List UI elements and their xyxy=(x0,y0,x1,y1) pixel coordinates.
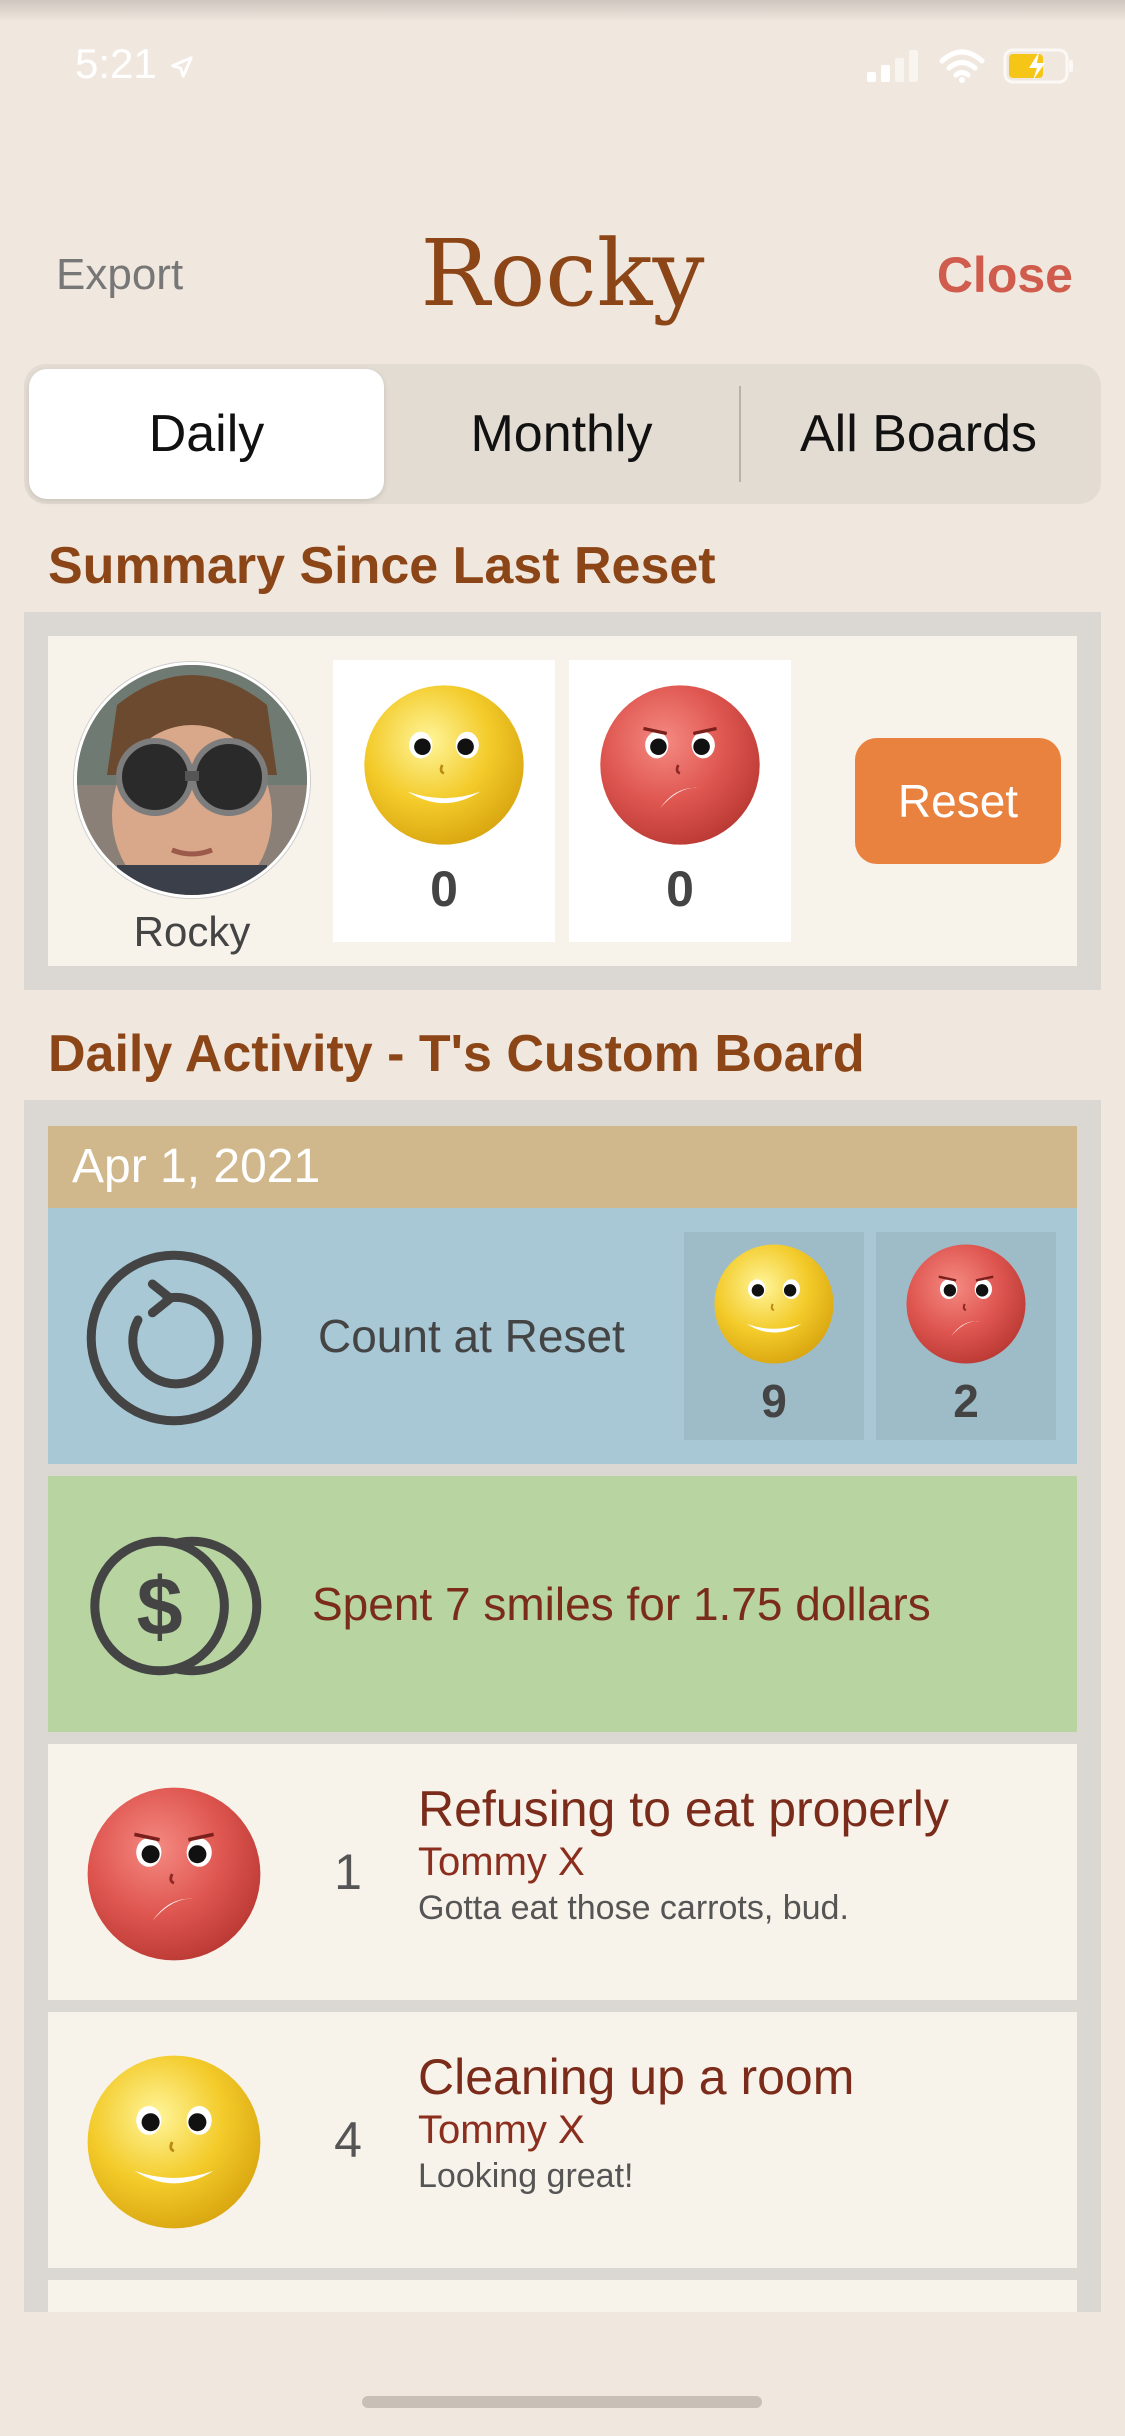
reset-frown-count: 2 xyxy=(953,1375,979,1427)
frown-count-box: 0 xyxy=(569,660,791,942)
entry-note: Gotta eat those carrots, bud. xyxy=(418,1889,849,1927)
view-segmented-control: Daily Monthly All Boards xyxy=(24,364,1101,504)
child-profile[interactable]: Rocky xyxy=(74,662,310,956)
dollar-coins-icon: $ xyxy=(90,1536,262,1676)
reset-smile-count: 9 xyxy=(761,1375,787,1427)
activity-section: Apr 1, 2021 Count at Reset 9 2 $ Spent 7… xyxy=(24,1100,1101,2312)
avatar[interactable] xyxy=(74,662,310,898)
entry-user: Tommy X xyxy=(418,2108,585,2152)
reset-smile-box: 9 xyxy=(684,1232,864,1440)
tab-monthly[interactable]: Monthly xyxy=(384,369,739,499)
status-bar: 5:21 xyxy=(0,0,1125,130)
frown-count: 0 xyxy=(666,861,694,917)
list-item[interactable]: 1 Refusing to eat properly Tommy X Gotta… xyxy=(48,1744,1077,2000)
entry-note: Looking great! xyxy=(418,2157,634,2195)
smile-face-icon xyxy=(361,682,527,848)
date-header: Apr 1, 2021 xyxy=(48,1126,1077,1208)
child-name: Rocky xyxy=(133,908,251,955)
frown-face-icon xyxy=(84,1784,264,1964)
status-time: 5:21 xyxy=(75,40,196,88)
list-item[interactable]: 4 Cleaning up a room Tommy X Looking gre… xyxy=(48,2012,1077,2268)
home-indicator[interactable] xyxy=(362,2396,762,2408)
tab-all-boards[interactable]: All Boards xyxy=(741,369,1096,499)
wifi-icon xyxy=(939,49,985,83)
frown-face-icon xyxy=(597,682,763,848)
smile-face-icon xyxy=(84,2052,264,2232)
navigation-bar: Export Rocky Close xyxy=(0,200,1125,340)
svg-text:$: $ xyxy=(137,1560,183,1653)
smile-face-icon xyxy=(712,1242,836,1366)
location-arrow-icon xyxy=(171,56,194,78)
avatar-photo xyxy=(77,665,307,895)
reset-clock-icon xyxy=(86,1250,262,1426)
spent-row[interactable]: $ Spent 7 smiles for 1.75 dollars xyxy=(48,1476,1077,1732)
status-icons xyxy=(867,48,1075,84)
smile-count: 0 xyxy=(430,861,458,917)
activity-heading: Daily Activity - T's Custom Board xyxy=(48,1025,865,1083)
reset-button[interactable]: Reset xyxy=(855,738,1061,864)
summary-card: Rocky 0 0 Reset xyxy=(48,636,1077,966)
reset-row-label: Count at Reset xyxy=(318,1310,625,1362)
entry-title: Refusing to eat properly xyxy=(418,1781,949,1837)
smile-count-box: 0 xyxy=(333,660,555,942)
entry-user: Tommy X xyxy=(418,1840,585,1884)
close-button[interactable]: Close xyxy=(937,246,1073,304)
spent-row-label: Spent 7 smiles for 1.75 dollars xyxy=(312,1578,931,1630)
time-text: 5:21 xyxy=(75,40,157,87)
frown-face-icon xyxy=(904,1242,1028,1366)
summary-section: Rocky 0 0 Reset xyxy=(24,612,1101,990)
entry-text: Refusing to eat properly Tommy X Gotta e… xyxy=(418,1780,949,1928)
reset-count-row[interactable]: Count at Reset 9 2 xyxy=(48,1208,1077,1464)
summary-heading: Summary Since Last Reset xyxy=(48,537,716,595)
entry-title: Cleaning up a room xyxy=(418,2049,855,2105)
reset-frown-box: 2 xyxy=(876,1232,1056,1440)
list-item[interactable] xyxy=(48,2280,1077,2312)
entry-count: 1 xyxy=(334,1844,362,1900)
battery-charging-icon xyxy=(1003,48,1073,84)
tab-daily[interactable]: Daily xyxy=(29,369,384,499)
entry-text: Cleaning up a room Tommy X Looking great… xyxy=(418,2048,854,2196)
entry-count: 4 xyxy=(334,2112,362,2168)
signal-icon xyxy=(867,50,918,82)
